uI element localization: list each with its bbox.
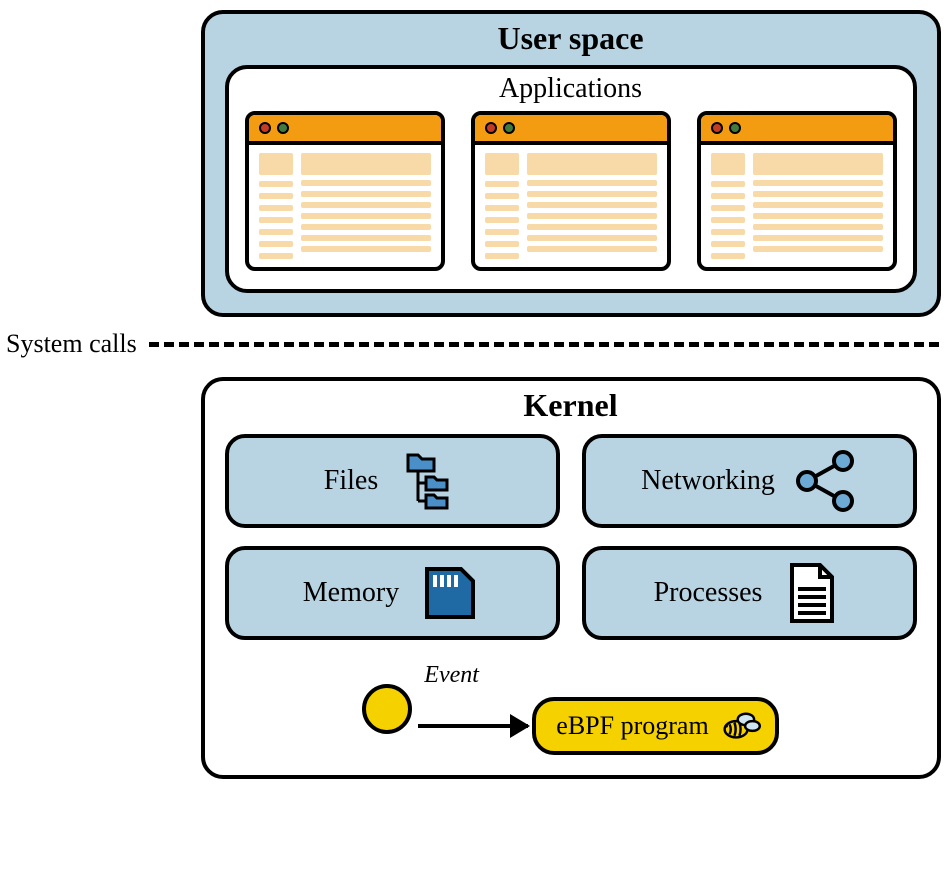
user-space-box: User space Applications: [201, 10, 941, 317]
document-lines-icon: [780, 561, 844, 625]
memory-card-icon: [417, 561, 481, 625]
share-nodes-icon: [793, 449, 857, 513]
kernel-subsystem-processes: Processes: [582, 546, 917, 640]
bee-icon: [721, 708, 761, 744]
window-titlebar: [701, 115, 893, 145]
window-body: [701, 145, 893, 267]
event-source-circle-icon: [362, 684, 412, 734]
app-window-icon: [697, 111, 897, 271]
diagram-root: User space Applications: [2, 10, 939, 779]
window-min-dot-icon: [729, 122, 741, 134]
networking-label: Networking: [641, 465, 775, 497]
kernel-box: Kernel Files Networking: [201, 377, 941, 779]
ebpf-program-pill: eBPF program: [532, 697, 778, 755]
ebpf-program-label: eBPF program: [556, 711, 708, 741]
kernel-subsystem-networking: Networking: [582, 434, 917, 528]
folder-tree-icon: [396, 449, 460, 513]
applications-box: Applications: [225, 65, 917, 293]
window-close-dot-icon: [259, 122, 271, 134]
window-body: [475, 145, 667, 267]
window-titlebar: [249, 115, 441, 145]
kernel-title: Kernel: [225, 387, 917, 424]
system-calls-boundary: System calls: [2, 329, 939, 359]
application-windows-row: [245, 111, 897, 271]
window-close-dot-icon: [711, 122, 723, 134]
boundary-dashed-line: [149, 342, 939, 347]
applications-label: Applications: [245, 73, 897, 105]
system-calls-label: System calls: [6, 329, 137, 359]
window-min-dot-icon: [277, 122, 289, 134]
kernel-subsystem-memory: Memory: [225, 546, 560, 640]
processes-label: Processes: [654, 577, 763, 609]
kernel-subsystem-files: Files: [225, 434, 560, 528]
memory-label: Memory: [303, 577, 399, 609]
app-window-icon: [471, 111, 671, 271]
window-body: [249, 145, 441, 267]
event-label: Event: [424, 662, 479, 689]
user-space-title: User space: [225, 20, 917, 57]
files-label: Files: [324, 465, 378, 497]
window-close-dot-icon: [485, 122, 497, 134]
kernel-subsystems-grid: Files Networking: [225, 434, 917, 640]
window-min-dot-icon: [503, 122, 515, 134]
window-titlebar: [475, 115, 667, 145]
event-arrow-icon: [418, 724, 528, 728]
kernel-event-row: Event eBPF program: [225, 662, 917, 755]
app-window-icon: [245, 111, 445, 271]
